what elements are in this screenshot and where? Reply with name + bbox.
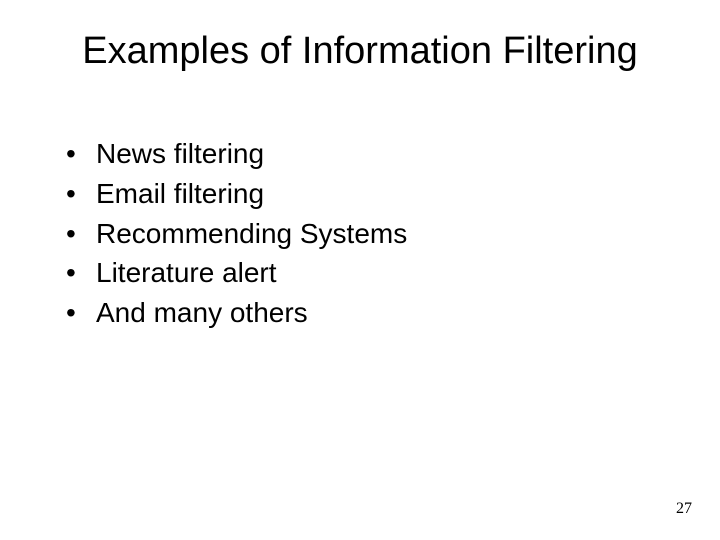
bullet-icon: •	[60, 215, 96, 253]
list-item: • And many others	[60, 294, 660, 332]
list-item: • Literature alert	[60, 254, 660, 292]
bullet-icon: •	[60, 254, 96, 292]
list-item-label: Literature alert	[96, 254, 277, 292]
list-item: • Email filtering	[60, 175, 660, 213]
list-item: • News filtering	[60, 135, 660, 173]
bullet-icon: •	[60, 175, 96, 213]
bullet-icon: •	[60, 294, 96, 332]
page-number: 27	[676, 500, 692, 518]
bullet-icon: •	[60, 135, 96, 173]
list-item-label: Email filtering	[96, 175, 264, 213]
slide: Examples of Information Filtering • News…	[0, 0, 720, 540]
list-item: • Recommending Systems	[60, 215, 660, 253]
list-item-label: News filtering	[96, 135, 264, 173]
slide-title: Examples of Information Filtering	[0, 30, 720, 73]
list-item-label: Recommending Systems	[96, 215, 407, 253]
list-item-label: And many others	[96, 294, 308, 332]
bullet-list: • News filtering • Email filtering • Rec…	[60, 135, 660, 334]
